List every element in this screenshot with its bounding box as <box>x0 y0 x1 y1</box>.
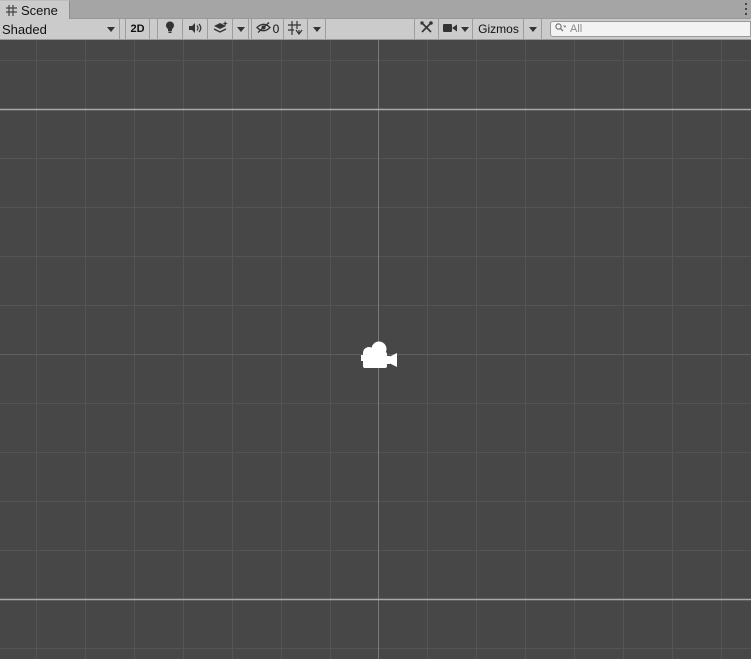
tab-scene-label: Scene <box>21 3 58 18</box>
search-placeholder: All <box>570 23 583 35</box>
grid-snap-icon <box>288 20 303 38</box>
audio-toggle-button[interactable] <box>183 19 208 39</box>
hidden-count: 0 <box>272 22 280 36</box>
camera-settings-caret <box>461 27 469 32</box>
scene-toolbar: Shaded 2D 0 Gizmos All <box>0 19 751 40</box>
tools-icon <box>420 21 433 37</box>
grid-snap-toggle-button[interactable] <box>284 19 308 39</box>
layers-effects-icon <box>213 21 228 37</box>
grid-hash-icon <box>6 5 17 16</box>
gizmos-label: Gizmos <box>478 22 519 36</box>
effects-dropdown[interactable] <box>233 19 249 39</box>
tab-bar: Scene <box>0 0 751 20</box>
lighting-toggle-button[interactable] <box>157 19 183 39</box>
search-icon <box>555 23 567 35</box>
visibility-toggle-button[interactable]: 0 <box>251 19 284 39</box>
scene-viewport[interactable] <box>0 40 751 659</box>
toggle-2d-label: 2D <box>130 23 145 35</box>
camera-settings-dropdown[interactable] <box>439 19 473 39</box>
search-input[interactable]: All <box>550 21 751 37</box>
scene-tools-button[interactable] <box>414 19 439 39</box>
toggle-2d-button[interactable]: 2D <box>125 19 150 39</box>
video-camera-icon <box>442 22 457 36</box>
effects-toggle-button[interactable] <box>208 19 233 39</box>
draw-mode-dropdown[interactable]: Shaded <box>0 19 120 39</box>
tab-menu-icon[interactable] <box>743 3 749 15</box>
tab-scene[interactable]: Scene <box>0 0 70 20</box>
lightbulb-icon <box>165 21 175 37</box>
grid-settings-dropdown[interactable] <box>308 19 326 39</box>
gizmos-button[interactable]: Gizmos <box>474 19 524 39</box>
gizmos-dropdown[interactable] <box>524 19 542 39</box>
speaker-icon <box>188 22 202 37</box>
eye-slash-icon <box>255 22 271 36</box>
draw-mode-label: Shaded <box>2 21 47 37</box>
